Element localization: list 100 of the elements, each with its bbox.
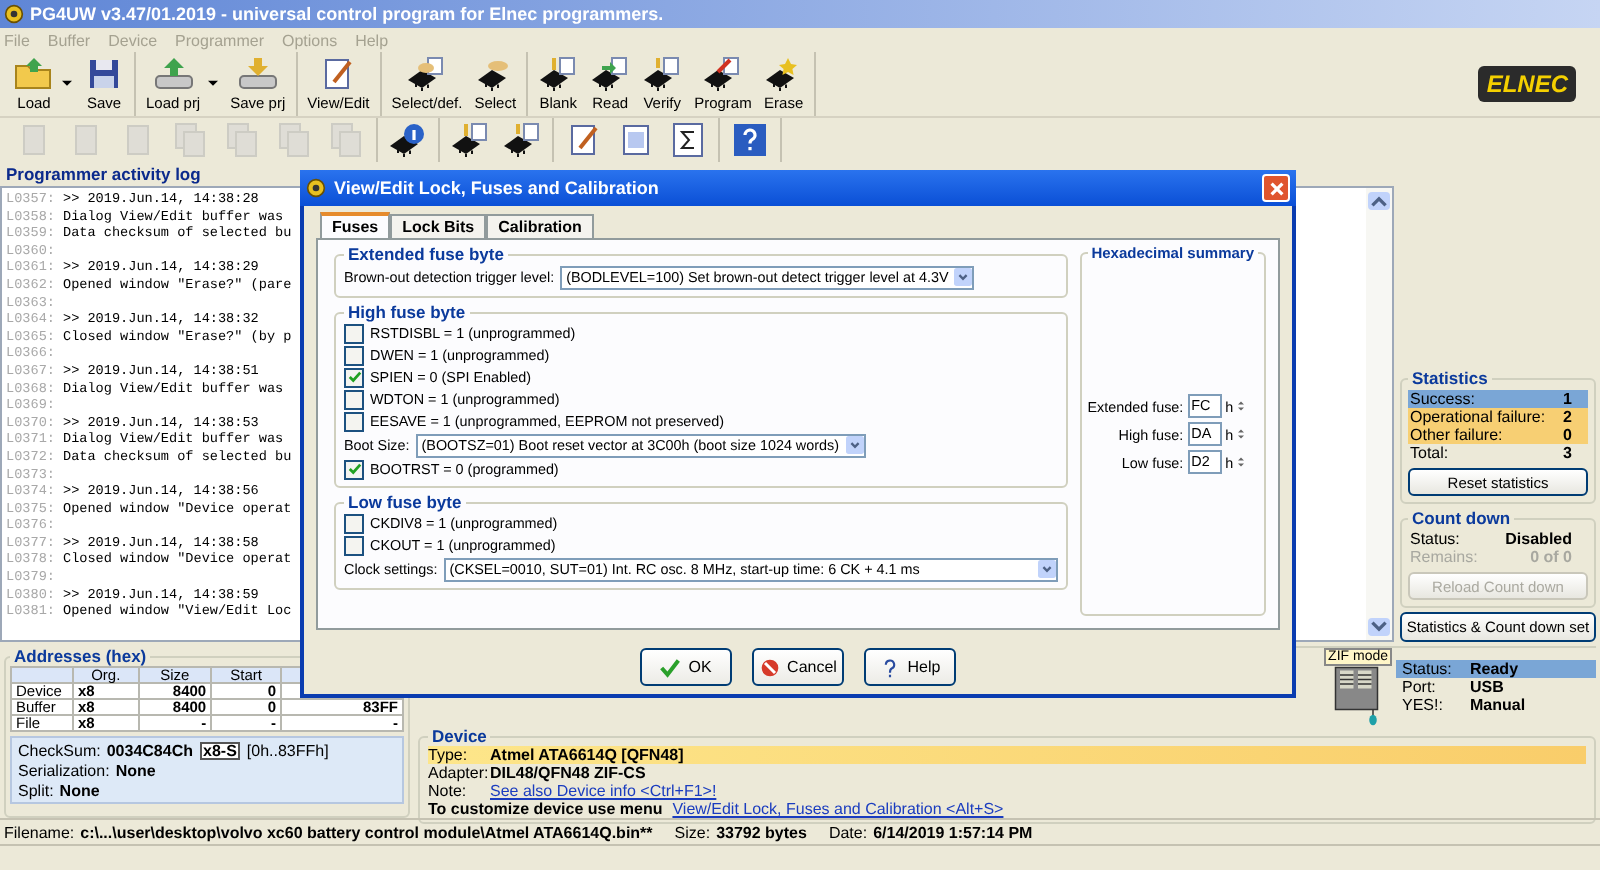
serialization-label: Serialization: bbox=[18, 761, 110, 779]
caret-icon bbox=[845, 436, 863, 454]
chip-icon bbox=[502, 122, 542, 158]
group-title: Count down bbox=[1410, 508, 1513, 528]
pages-icon bbox=[222, 122, 262, 158]
checkbox[interactable] bbox=[344, 513, 364, 533]
checkbox[interactable] bbox=[344, 367, 364, 387]
filename-label: Filename: bbox=[4, 823, 75, 841]
group-title: Extended fuse byte bbox=[346, 244, 506, 264]
caret-icon bbox=[954, 268, 973, 286]
chip-icon bbox=[590, 56, 631, 92]
file-date: 6/14/2019 1:57:14 PM bbox=[873, 823, 1033, 841]
checksum-label: CheckSum: bbox=[18, 741, 101, 759]
close-icon bbox=[1267, 179, 1285, 197]
stat-label: Success: bbox=[1410, 390, 1475, 408]
filename: c:\...\user\desktop\volvo xc60 battery control module\Atmel ATA6614Q.bin** bbox=[80, 823, 653, 841]
drive-icon bbox=[153, 56, 194, 92]
tab[interactable]: Fuses bbox=[320, 212, 391, 238]
caret-icon bbox=[208, 80, 219, 88]
count-label: Status: bbox=[1410, 530, 1460, 548]
date-label: Date: bbox=[828, 823, 868, 841]
spinner-icon bbox=[1237, 428, 1244, 440]
tab[interactable]: Calibration bbox=[486, 214, 594, 238]
split-label: Split: bbox=[18, 781, 54, 799]
group-title: Statistics bbox=[1410, 368, 1490, 388]
stat-label: Other failure: bbox=[1410, 426, 1503, 444]
checkbox[interactable] bbox=[344, 345, 364, 365]
status-label: YES!: bbox=[1402, 696, 1445, 714]
stat-label: Operational failure: bbox=[1410, 408, 1546, 426]
stat-value: 0 bbox=[1563, 426, 1572, 444]
status-label: Status: bbox=[1402, 660, 1450, 678]
pages-icon bbox=[170, 122, 210, 158]
customize-link[interactable]: View/Edit Lock, Fuses and Calibration <Alt+S> bbox=[672, 800, 1004, 818]
chip-icon bbox=[538, 56, 579, 92]
app-icon bbox=[306, 178, 326, 198]
spinner-icon bbox=[1237, 456, 1244, 468]
stat-label: Total: bbox=[1410, 444, 1449, 462]
window-title: PG4UW v3.47/01.2019 - universal control program for Elnec programmers. bbox=[30, 4, 664, 24]
group-title: Low fuse byte bbox=[346, 492, 464, 512]
check-icon bbox=[347, 370, 361, 384]
close-button[interactable] bbox=[1262, 174, 1290, 202]
split-value: None bbox=[59, 781, 100, 799]
stat-value: 3 bbox=[1563, 444, 1572, 462]
checkbox[interactable] bbox=[344, 535, 364, 555]
status-value: Ready bbox=[1470, 660, 1519, 678]
pages-icon bbox=[274, 122, 314, 158]
dialog-title: View/Edit Lock, Fuses and Calibration bbox=[334, 178, 659, 198]
chip-icon bbox=[388, 122, 428, 158]
status-value: Manual bbox=[1470, 696, 1526, 714]
folder-icon bbox=[14, 56, 54, 92]
dialog-button[interactable]: Cancel bbox=[752, 648, 844, 686]
status-label: Port: bbox=[1402, 678, 1438, 696]
check-icon bbox=[660, 657, 681, 677]
spinner-icon bbox=[1237, 400, 1244, 412]
dialog-button[interactable]: Help bbox=[864, 648, 956, 686]
checkbox[interactable] bbox=[344, 459, 364, 479]
checkbox[interactable] bbox=[344, 323, 364, 343]
group-title: Device bbox=[430, 726, 489, 746]
device-label: Type: bbox=[428, 746, 470, 764]
device-value: DIL48/QFN48 ZIF-CS bbox=[490, 764, 646, 782]
group-title: High fuse byte bbox=[346, 302, 468, 322]
chip-icon bbox=[406, 56, 447, 92]
caret-icon bbox=[62, 80, 72, 88]
status-value: USB bbox=[1470, 678, 1504, 696]
tab[interactable]: Lock Bits bbox=[390, 214, 487, 238]
checksum-mode-button[interactable]: x8-S bbox=[199, 741, 241, 759]
scroll-down-icon bbox=[1368, 618, 1390, 636]
panel-title: Programmer activity log bbox=[4, 162, 203, 186]
logo: ELNEC bbox=[1478, 66, 1576, 102]
help-icon bbox=[879, 657, 900, 677]
help-icon bbox=[730, 122, 770, 158]
checkbox[interactable] bbox=[344, 389, 364, 409]
sigma-icon bbox=[668, 122, 708, 158]
check-icon bbox=[347, 462, 361, 476]
group-title: Addresses (hex) bbox=[12, 646, 149, 666]
cancel-icon bbox=[759, 657, 780, 677]
customize-text: To customize device use menu bbox=[428, 800, 663, 818]
app-icon bbox=[4, 4, 24, 24]
checksum-value: 0034C84Ch bbox=[106, 741, 193, 759]
count-label: Remains: bbox=[1410, 548, 1478, 566]
scroll-up-icon bbox=[1368, 192, 1390, 210]
checksum-range: [0h..83FFh] bbox=[246, 741, 329, 759]
stat-value: 2 bbox=[1563, 408, 1572, 426]
chip-icon bbox=[642, 56, 683, 92]
count-value: Disabled bbox=[1505, 530, 1572, 548]
device-label: Note: bbox=[428, 782, 469, 800]
drive-icon bbox=[237, 56, 278, 92]
count-value: 0 of 0 bbox=[1530, 548, 1572, 566]
chip-icon bbox=[702, 56, 743, 92]
checkbox[interactable] bbox=[344, 411, 364, 431]
device-value: Atmel ATA6614Q [QFN48] bbox=[490, 746, 684, 764]
device-info-link[interactable]: See also Device info <Ctrl+F1>! bbox=[490, 782, 717, 800]
chip-icon bbox=[450, 122, 490, 158]
scrollbar[interactable] bbox=[1366, 188, 1392, 640]
serialization-value: None bbox=[115, 761, 156, 779]
size-label: Size: bbox=[674, 823, 711, 841]
dialog-button[interactable]: OK bbox=[640, 648, 732, 686]
caret-icon bbox=[1037, 560, 1056, 578]
file-size: 33792 bytes bbox=[716, 823, 807, 841]
stat-value: 1 bbox=[1563, 390, 1572, 408]
